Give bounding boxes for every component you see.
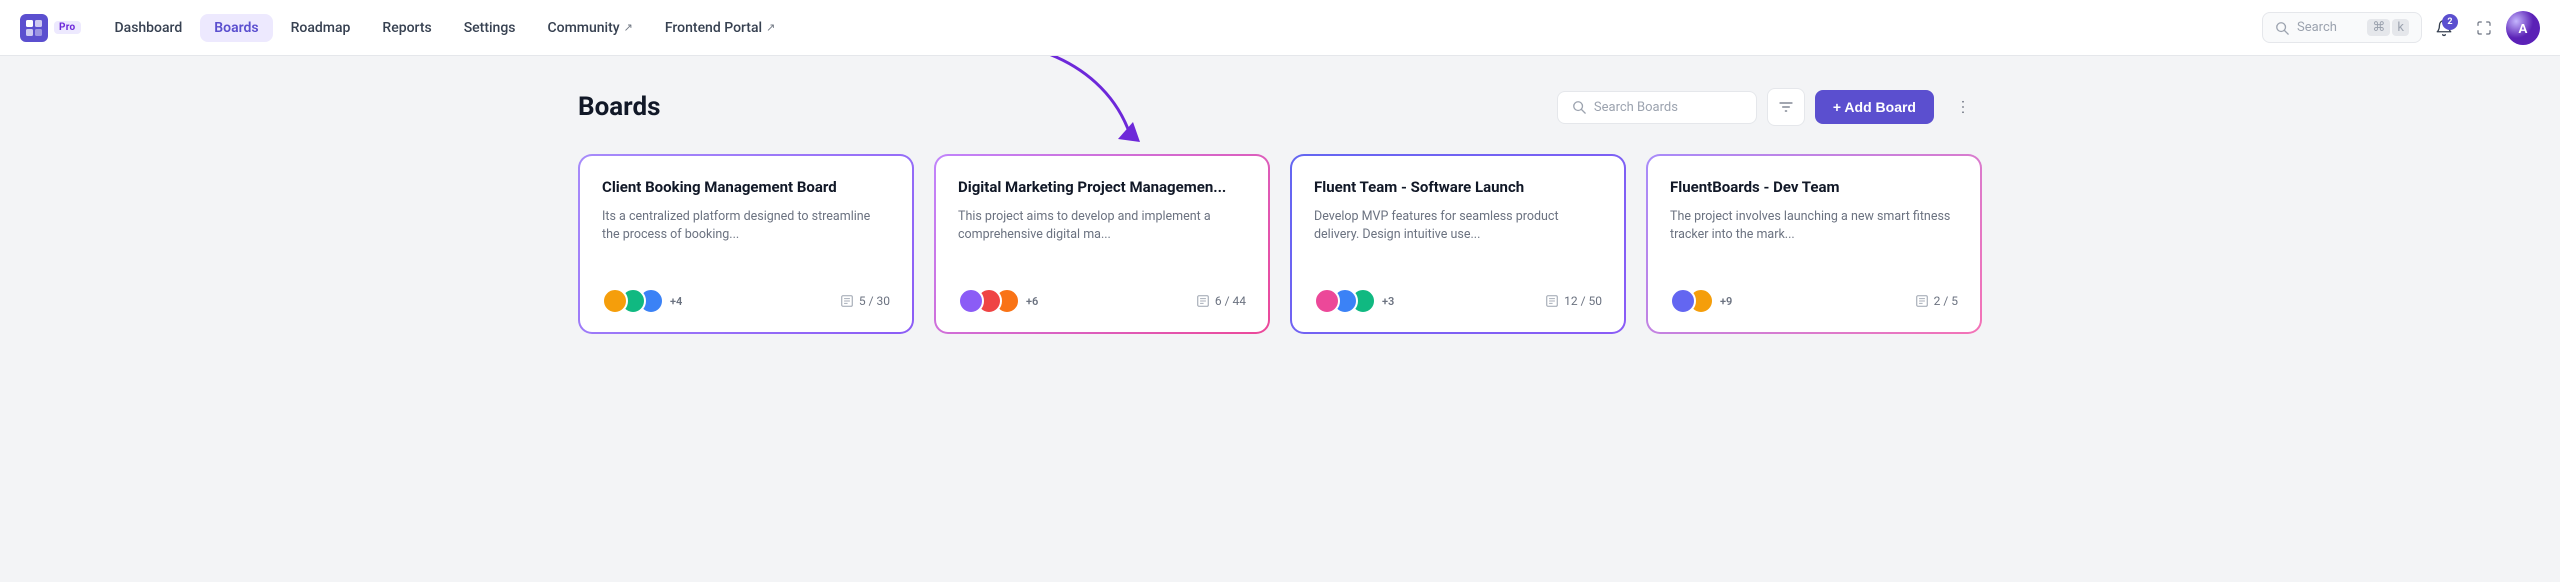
nav-frontend-portal[interactable]: Frontend Portal ↗: [651, 14, 789, 42]
board-card-footer: +6 6 / 44: [958, 288, 1246, 314]
extra-members: +9: [1720, 295, 1732, 308]
header-actions: Search Boards + Add Board: [1557, 88, 1982, 126]
task-progress: 6 / 44: [1215, 294, 1246, 308]
board-card-title: FluentBoards - Dev Team: [1670, 178, 1958, 198]
task-progress: 2 / 5: [1934, 294, 1958, 308]
search-kbd: ⌘ k: [2367, 19, 2409, 36]
board-card[interactable]: Digital Marketing Project Managemen... T…: [934, 154, 1270, 334]
nav-community[interactable]: Community ↗: [534, 14, 647, 42]
task-icon: [840, 294, 854, 308]
board-card[interactable]: Client Booking Management Board Its a ce…: [578, 154, 914, 334]
nav-roadmap[interactable]: Roadmap: [277, 14, 365, 42]
sort-icon: [1778, 99, 1794, 115]
nav-reports[interactable]: Reports: [368, 14, 445, 42]
task-progress: 12 / 50: [1564, 294, 1602, 308]
app-logo-icon: [20, 14, 48, 42]
svg-text:A: A: [2518, 21, 2528, 36]
board-card-description: The project involves launching a new sma…: [1670, 208, 1958, 273]
task-count: 2 / 5: [1915, 294, 1958, 308]
board-avatars: +4: [602, 288, 682, 314]
page-header: Boards Search Boards + Add Board: [578, 88, 1982, 126]
board-card-footer: +4 5 / 30: [602, 288, 890, 314]
avatar: [602, 288, 628, 314]
boards-grid: Client Booking Management Board Its a ce…: [578, 154, 1982, 334]
notification-count: 2: [2442, 14, 2458, 30]
search-icon: [1572, 100, 1586, 114]
board-card[interactable]: Fluent Team - Software Launch Develop MV…: [1290, 154, 1626, 334]
board-card[interactable]: FluentBoards - Dev Team The project invo…: [1646, 154, 1982, 334]
board-card-title: Client Booking Management Board: [602, 178, 890, 198]
external-link-icon: ↗: [766, 21, 775, 34]
user-avatar[interactable]: A: [2506, 11, 2540, 45]
expand-button[interactable]: [2466, 10, 2502, 46]
search-icon: [2275, 21, 2289, 35]
search-boards-input[interactable]: Search Boards: [1557, 91, 1757, 124]
task-icon: [1915, 294, 1929, 308]
task-icon: [1545, 294, 1559, 308]
avatar: [1314, 288, 1340, 314]
navbar: Pro Dashboard Boards Roadmap Reports Set…: [0, 0, 2560, 56]
extra-members: +4: [670, 295, 682, 308]
board-card-description: Its a centralized platform designed to s…: [602, 208, 890, 273]
task-icon: [1196, 294, 1210, 308]
notifications-bell[interactable]: 2: [2426, 10, 2462, 46]
add-board-button[interactable]: + Add Board: [1815, 90, 1934, 124]
task-progress: 5 / 30: [859, 294, 890, 308]
board-card-description: Develop MVP features for seamless produc…: [1314, 208, 1602, 273]
board-card-title: Fluent Team - Software Launch: [1314, 178, 1602, 198]
avatar: [958, 288, 984, 314]
global-search[interactable]: Search ⌘ k: [2262, 12, 2422, 43]
board-avatars: +3: [1314, 288, 1394, 314]
board-card-footer: +9 2 / 5: [1670, 288, 1958, 314]
main-content: Boards Search Boards + Add Board: [530, 56, 2030, 366]
external-link-icon: ↗: [624, 21, 633, 34]
task-count: 12 / 50: [1545, 294, 1602, 308]
task-count: 6 / 44: [1196, 294, 1246, 308]
page-title: Boards: [578, 92, 660, 122]
search-label: Search: [2297, 20, 2337, 35]
more-options-button[interactable]: [1944, 88, 1982, 126]
task-count: 5 / 30: [840, 294, 890, 308]
extra-members: +3: [1382, 295, 1394, 308]
nav-logo[interactable]: Pro: [20, 14, 81, 42]
board-card-title: Digital Marketing Project Managemen...: [958, 178, 1246, 198]
pro-badge: Pro: [54, 21, 81, 34]
nav-dashboard[interactable]: Dashboard: [101, 14, 197, 42]
search-boards-placeholder: Search Boards: [1594, 100, 1678, 115]
nav-settings[interactable]: Settings: [450, 14, 530, 42]
more-icon: [1954, 98, 1972, 116]
sort-button[interactable]: [1767, 88, 1805, 126]
nav-boards[interactable]: Boards: [200, 14, 272, 42]
board-avatars: +9: [1670, 288, 1732, 314]
board-avatars: +6: [958, 288, 1038, 314]
extra-members: +6: [1026, 295, 1038, 308]
board-card-description: This project aims to develop and impleme…: [958, 208, 1246, 273]
avatar: [1670, 288, 1696, 314]
board-card-footer: +3 12 / 50: [1314, 288, 1602, 314]
